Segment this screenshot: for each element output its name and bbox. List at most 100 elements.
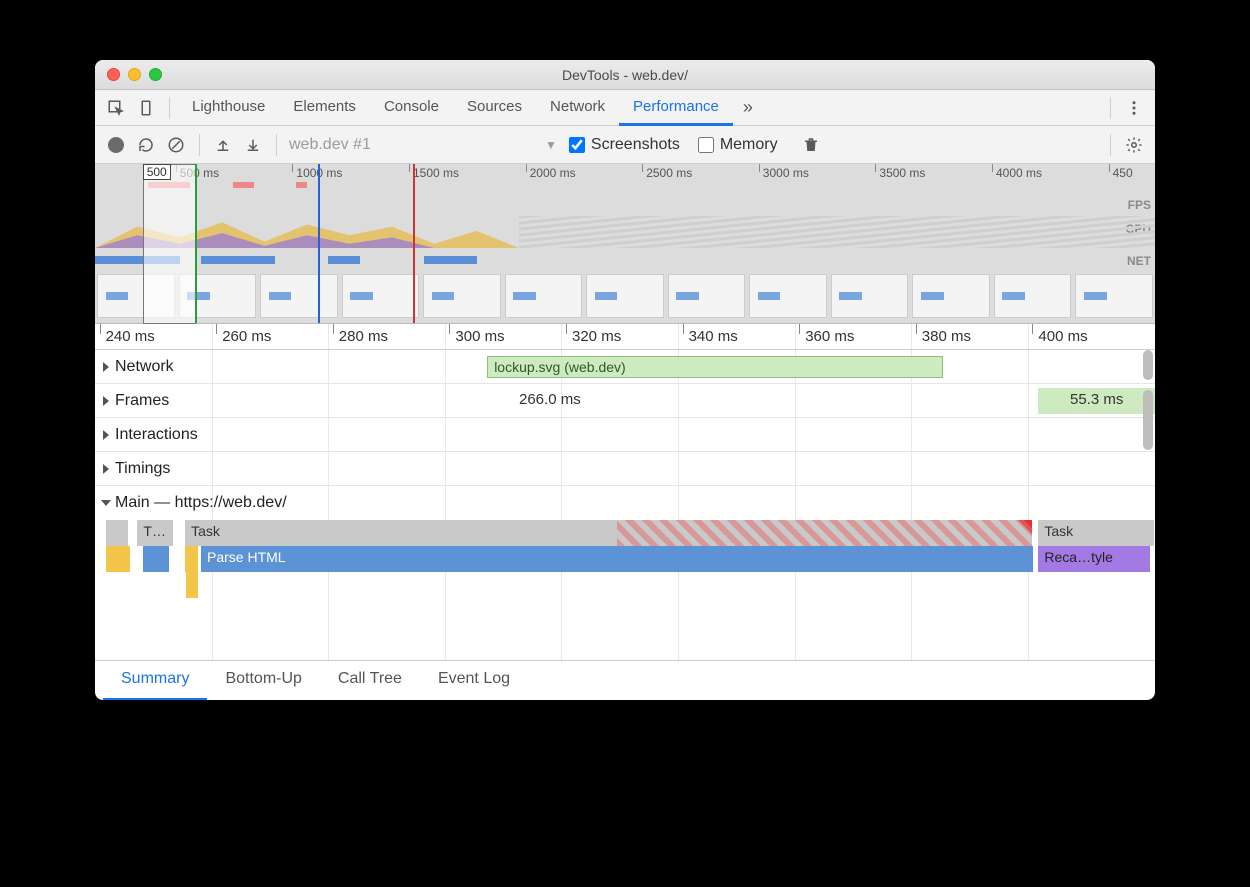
main-thread-flame: T… Task Task Parse HTML Reca…tyle xyxy=(95,520,1155,598)
detail-ruler: 240 ms 260 ms 280 ms 300 ms 320 ms 340 m… xyxy=(95,324,1155,350)
recalculate-style-bar[interactable]: Reca…tyle xyxy=(1038,546,1149,572)
lane-timings[interactable]: Timings xyxy=(95,452,1155,486)
close-window-button[interactable] xyxy=(107,68,120,81)
thumbnail[interactable] xyxy=(260,274,338,318)
lane-frames[interactable]: Frames 266.0 ms 55.3 ms xyxy=(95,384,1155,418)
ruler-tick: 240 ms xyxy=(106,328,155,345)
load-profile-icon[interactable] xyxy=(208,130,238,160)
separator xyxy=(1110,134,1111,156)
task-bar-long[interactable]: Task xyxy=(185,520,1033,546)
thumbnail[interactable] xyxy=(342,274,420,318)
tab-bottom-up[interactable]: Bottom-Up xyxy=(207,661,319,701)
tab-network[interactable]: Network xyxy=(536,90,619,126)
ruler-tick: 260 ms xyxy=(222,328,271,345)
thumbnail[interactable] xyxy=(586,274,664,318)
disclosure-triangle-icon[interactable] xyxy=(103,464,109,474)
ruler-tick: 450 xyxy=(1113,166,1133,180)
thumbnail[interactable] xyxy=(831,274,909,318)
minimize-window-button[interactable] xyxy=(128,68,141,81)
thumbnail[interactable] xyxy=(994,274,1072,318)
parse-html-bar[interactable]: Parse HTML xyxy=(201,546,1033,572)
lane-interactions[interactable]: Interactions xyxy=(95,418,1155,452)
tab-console[interactable]: Console xyxy=(370,90,453,126)
task-bar[interactable]: Task xyxy=(1038,520,1155,546)
ruler-tick: 360 ms xyxy=(805,328,854,345)
chevron-down-icon[interactable]: ▼ xyxy=(545,138,557,152)
net-activity xyxy=(328,256,360,264)
tab-label: Elements xyxy=(293,98,356,115)
net-activity xyxy=(201,256,275,264)
disclosure-triangle-icon[interactable] xyxy=(103,430,109,440)
thumbnail[interactable] xyxy=(505,274,583,318)
task-bar[interactable] xyxy=(116,520,129,546)
task-bar[interactable]: T… xyxy=(137,520,174,546)
ruler-tick: 2000 ms xyxy=(530,166,576,180)
ruler-tick: 280 ms xyxy=(339,328,388,345)
thumbnail[interactable] xyxy=(1075,274,1153,318)
overview-timeline[interactable]: 500 ms 1000 ms 1500 ms 2000 ms 2500 ms 3… xyxy=(95,164,1155,324)
scrollbar-thumb[interactable] xyxy=(1143,390,1153,450)
settings-gear-icon[interactable] xyxy=(1119,130,1149,160)
long-task-warning-icon xyxy=(1018,520,1032,534)
tab-label: Lighthouse xyxy=(192,98,265,115)
tab-summary[interactable]: Summary xyxy=(103,661,207,701)
recording-select[interactable]: web.dev #1 xyxy=(285,136,545,154)
frame-bar[interactable]: 55.3 ms xyxy=(1038,388,1155,414)
disclosure-triangle-icon[interactable] xyxy=(101,500,111,506)
memory-checkbox-input[interactable] xyxy=(698,137,714,153)
tab-label: Sources xyxy=(467,98,522,115)
ruler-tick: 400 ms xyxy=(1038,328,1087,345)
long-frame-marker xyxy=(296,182,307,188)
brush-label: 500 xyxy=(143,164,171,180)
device-toolbar-icon[interactable] xyxy=(131,93,161,123)
long-frame-marker xyxy=(233,182,254,188)
traffic-lights xyxy=(107,68,162,81)
script-bar[interactable] xyxy=(185,546,198,572)
screenshots-checkbox[interactable]: Screenshots xyxy=(569,136,680,154)
thumbnail[interactable] xyxy=(423,274,501,318)
thumbnail[interactable] xyxy=(912,274,990,318)
tab-label: Call Tree xyxy=(338,670,402,688)
separator xyxy=(1110,97,1111,119)
ruler-tick: 2500 ms xyxy=(646,166,692,180)
separator xyxy=(199,134,200,156)
ruler-tick: 300 ms xyxy=(455,328,504,345)
tab-elements[interactable]: Elements xyxy=(279,90,370,126)
tab-performance[interactable]: Performance xyxy=(619,90,733,126)
flamechart-pane[interactable]: 240 ms 260 ms 280 ms 300 ms 320 ms 340 m… xyxy=(95,324,1155,660)
parse-bar[interactable] xyxy=(143,546,170,572)
ruler-tick: 320 ms xyxy=(572,328,621,345)
lane-network[interactable]: Network lockup.svg (web.dev) xyxy=(95,350,1155,384)
kebab-menu-icon[interactable] xyxy=(1119,93,1149,123)
script-bar[interactable] xyxy=(118,546,130,572)
overview-brush[interactable] xyxy=(143,164,196,324)
zoom-window-button[interactable] xyxy=(149,68,162,81)
screenshots-checkbox-input[interactable] xyxy=(569,137,585,153)
tab-label: Bottom-Up xyxy=(225,670,301,688)
scrollbar-thumb[interactable] xyxy=(1143,350,1153,380)
inspect-element-icon[interactable] xyxy=(101,93,131,123)
tab-label: Console xyxy=(384,98,439,115)
script-bar[interactable] xyxy=(106,546,118,572)
tab-event-log[interactable]: Event Log xyxy=(420,661,528,701)
window-title: DevTools - web.dev/ xyxy=(95,67,1155,83)
lane-main[interactable]: Main — https://web.dev/ xyxy=(95,486,1155,520)
memory-checkbox[interactable]: Memory xyxy=(698,136,778,154)
record-button[interactable] xyxy=(101,130,131,160)
thumbnail[interactable] xyxy=(749,274,827,318)
tab-sources[interactable]: Sources xyxy=(453,90,536,126)
tab-lighthouse[interactable]: Lighthouse xyxy=(178,90,279,126)
thumbnail[interactable] xyxy=(668,274,746,318)
network-request-bar[interactable]: lockup.svg (web.dev) xyxy=(487,356,943,378)
script-bar[interactable] xyxy=(186,572,198,598)
trash-icon[interactable] xyxy=(796,130,826,160)
checkbox-label: Screenshots xyxy=(591,136,680,154)
clear-button[interactable] xyxy=(161,130,191,160)
reload-record-button[interactable] xyxy=(131,130,161,160)
overflow-tabs-button[interactable]: » xyxy=(733,97,763,118)
checkbox-label: Memory xyxy=(720,136,778,154)
save-profile-icon[interactable] xyxy=(238,130,268,160)
ruler-tick: 340 ms xyxy=(689,328,738,345)
tab-call-tree[interactable]: Call Tree xyxy=(320,661,420,701)
marker-line-blue xyxy=(318,164,320,323)
